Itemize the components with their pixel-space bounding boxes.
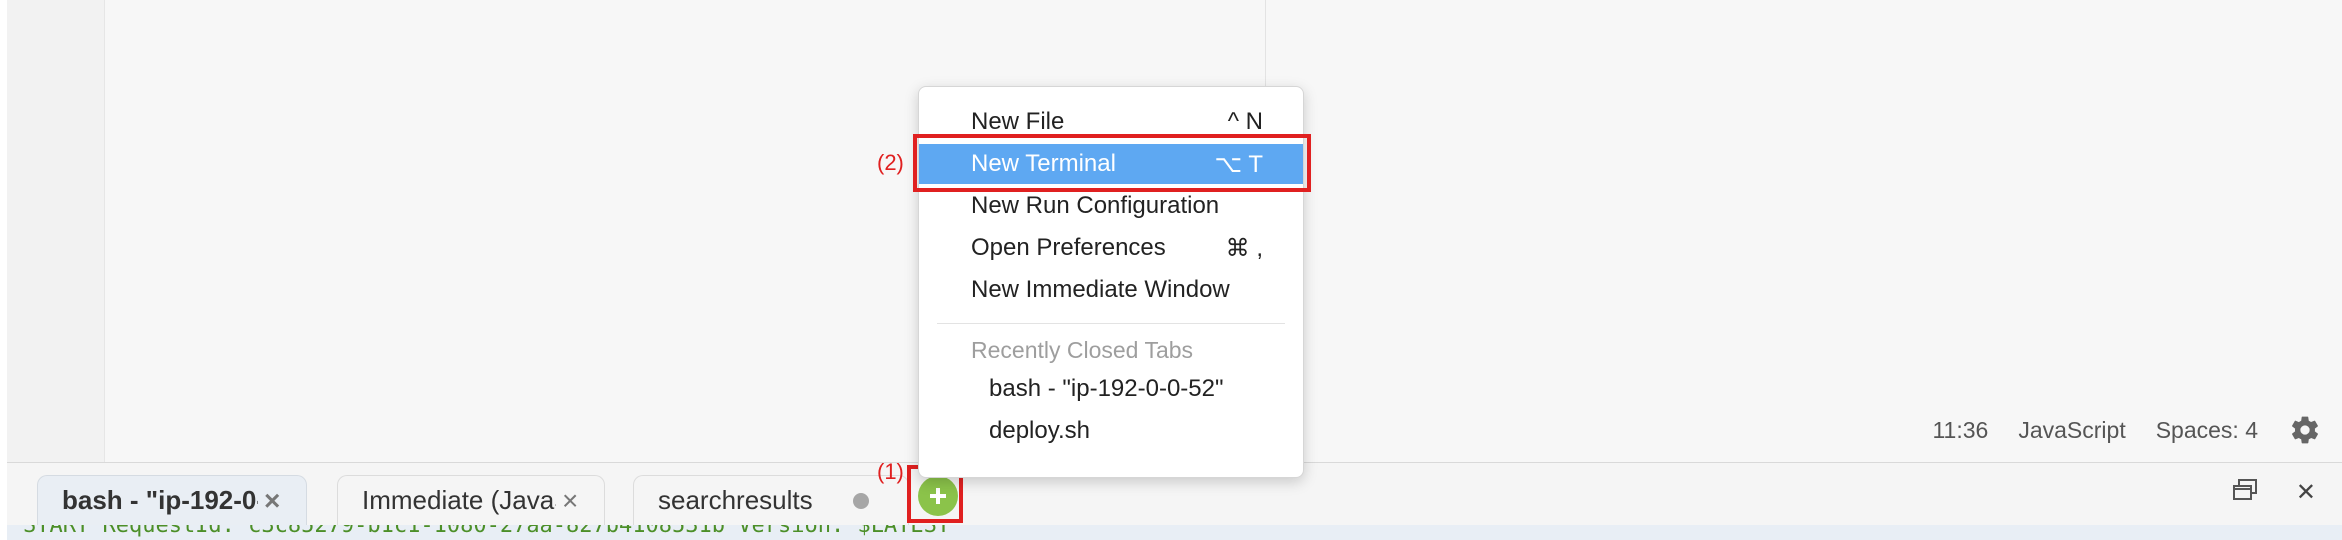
tab-bash[interactable]: bash - "ip-192-0-0-52" × (37, 475, 307, 525)
tab-immediate[interactable]: Immediate (JavaScript) × (337, 475, 605, 525)
menu-item-shortcut: ⌘ , (1225, 234, 1263, 262)
language-mode[interactable]: JavaScript (2018, 417, 2125, 444)
menu-divider (937, 323, 1285, 324)
tab-searchresults[interactable]: searchresults (633, 475, 909, 525)
editor-status-bar: 11:36 JavaScript Spaces: 4 (1932, 412, 2322, 448)
tab-label: bash - "ip-192-0-0-52" (62, 485, 258, 515)
recent-tab-deploy[interactable]: deploy.sh (989, 417, 1090, 445)
menu-item-shortcut: ^ N (1227, 108, 1263, 135)
close-icon[interactable]: × (264, 485, 280, 517)
menu-item-label: New Immediate Window (971, 276, 1230, 303)
menu-item-label: Open Preferences (971, 234, 1166, 261)
gear-icon[interactable] (2288, 413, 2322, 447)
step-1-label: (1) (877, 459, 904, 484)
menu-item-label: New File (971, 108, 1065, 135)
unsaved-dot-icon[interactable] (852, 492, 869, 509)
close-icon[interactable]: × (562, 485, 578, 517)
terminal-output[interactable]: START RequestId: c3c85279-b1c1-1080-27aa… (7, 525, 2342, 540)
indent-setting[interactable]: Spaces: 4 (2156, 417, 2258, 444)
step-2-highlight (913, 134, 1311, 192)
terminal-line: START RequestId: c3c85279-b1c1-1080-27aa… (23, 525, 951, 538)
panel-controls: ✕ (2232, 478, 2316, 507)
recently-closed-heading: Recently Closed Tabs (971, 337, 1194, 363)
close-panel-icon[interactable]: ✕ (2296, 478, 2316, 507)
menu-item-label: New Run Configuration (971, 192, 1220, 219)
tab-label: searchresults (658, 485, 813, 515)
editor-gutter (7, 0, 105, 462)
cursor-position[interactable]: 11:36 (1932, 417, 1988, 444)
restore-window-icon[interactable] (2232, 478, 2258, 507)
recent-tab-bash[interactable]: bash - "ip-192-0-0-52" (989, 375, 1224, 403)
menu-item-new-run-configuration[interactable]: New Run Configuration (919, 186, 1303, 226)
menu-item-new-immediate-window[interactable]: New Immediate Window (919, 270, 1303, 310)
menu-item-open-preferences[interactable]: Open Preferences ⌘ , (919, 228, 1303, 268)
step-2-label: (2) (877, 150, 904, 175)
tab-label: Immediate (JavaScript) (362, 485, 556, 515)
